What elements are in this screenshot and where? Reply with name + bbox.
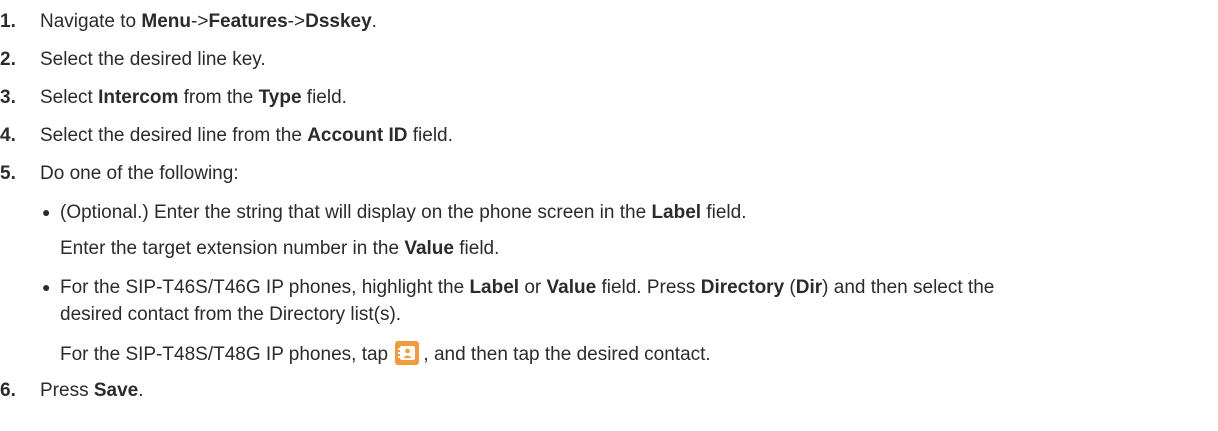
step-text: Select the desired line from the — [40, 125, 308, 146]
bullet-text: field. — [701, 202, 747, 223]
features-term: Features — [208, 11, 288, 32]
intercom-term: Intercom — [98, 87, 179, 108]
bullet-text: ) and then select the — [822, 277, 995, 298]
bullet-text: field. — [453, 238, 500, 259]
arrow-separator: -> — [191, 11, 209, 32]
period: . — [138, 380, 144, 401]
account-id-term: Account ID — [307, 125, 408, 146]
step-number: 6. — [0, 380, 16, 401]
step-number: 3. — [0, 87, 16, 108]
bullet-wrap-line: desired contact from the Directory list(… — [60, 303, 401, 327]
bullet-text: desired contact from the Directory list(… — [60, 304, 402, 325]
step-text: Select the desired line key. — [40, 49, 266, 70]
bullet-continuation: Enter the target extension number in the… — [60, 237, 499, 261]
step-text: Do one of the following: — [40, 163, 239, 184]
bullet-dot: ● — [42, 204, 51, 220]
step-number: 1. — [0, 11, 16, 32]
bullet-item-directory: ● For the SIP-T46S/T46G IP phones, highli… — [42, 275, 994, 300]
value-term: Value — [546, 277, 597, 298]
menu-term: Menu — [141, 11, 192, 32]
step-number: 5. — [0, 163, 16, 184]
step-text: Press — [40, 380, 94, 401]
step-text: from the — [178, 87, 259, 108]
step-text: field. — [407, 125, 453, 146]
step-text: field. — [301, 87, 347, 108]
bullet-text: , and then tap the desired contact. — [423, 344, 711, 365]
type-term: Type — [258, 87, 302, 108]
procedure-document: 1. Navigate to Menu->Features->Dsskey. 2.… — [0, 0, 1218, 431]
step-number: 2. — [0, 49, 16, 70]
step-text: Navigate to — [40, 11, 142, 32]
bullet-text: For the SIP-T46S/T46G IP phones, highlig… — [60, 277, 470, 298]
step-3: 3. Select Intercom from the Type field. — [0, 86, 347, 110]
step-1: 1. Navigate to Menu->Features->Dsskey. — [0, 10, 377, 34]
directory-term: Directory — [700, 277, 785, 298]
label-term: Label — [469, 277, 520, 298]
step-4: 4. Select the desired line from the Accou… — [0, 124, 453, 148]
dir-term: Dir — [795, 277, 823, 298]
step-5: 5. Do one of the following: — [0, 162, 239, 186]
step-text: Select — [40, 87, 99, 108]
label-term: Label — [651, 202, 702, 223]
arrow-separator: -> — [287, 11, 306, 32]
bullet-text: field. Press — [596, 277, 701, 298]
bullet-text: (Optional.) Enter the string that will d… — [60, 202, 652, 223]
save-term: Save — [93, 380, 139, 401]
contact-directory-icon[interactable] — [395, 341, 420, 365]
bullet-text: or — [519, 277, 547, 298]
step-6: 6. Press Save. — [0, 379, 144, 403]
bullet-text: Enter the target extension number in the — [60, 238, 405, 259]
bullet-dot: ● — [42, 279, 51, 295]
bullet-item-optional-label: ● (Optional.) Enter the string that will … — [42, 200, 747, 225]
step-2: 2. Select the desired line key. — [0, 48, 266, 72]
period: . — [371, 11, 377, 32]
bullet-text: For the SIP-T48S/T48G IP phones, tap — [60, 344, 394, 365]
dsskey-term: Dsskey — [305, 11, 372, 32]
bullet-continuation: For the SIP-T48S/T48G IP phones, tap , a… — [60, 341, 711, 367]
value-term: Value — [404, 238, 454, 259]
bullet-text: ( — [784, 277, 796, 298]
step-number: 4. — [0, 125, 16, 146]
